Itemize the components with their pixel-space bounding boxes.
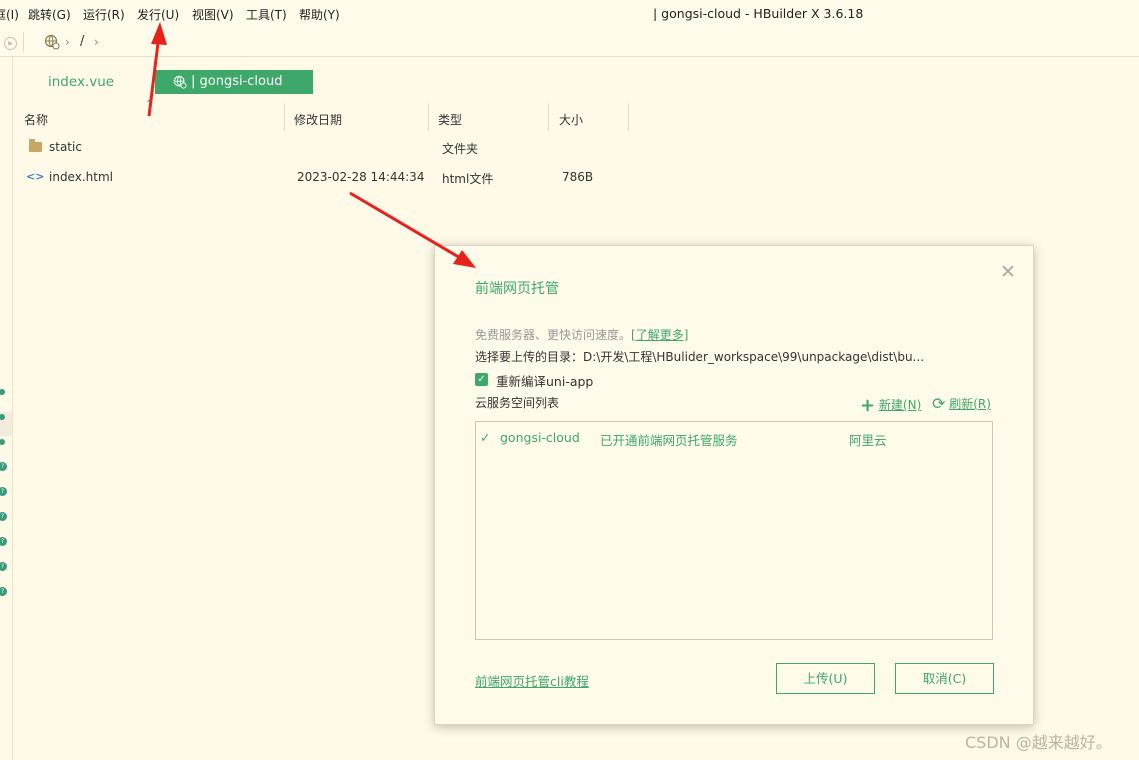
html-file-icon: <> bbox=[26, 170, 45, 183]
menu-item-help[interactable]: 帮助(Y) bbox=[299, 6, 340, 23]
recompile-checkbox[interactable]: ✓ bbox=[475, 373, 488, 386]
help-dot-icon: ? bbox=[0, 512, 7, 521]
watermark: CSDN @越来越好。 bbox=[965, 733, 1112, 752]
status-dot-icon bbox=[0, 439, 5, 445]
address-path[interactable]: / bbox=[80, 34, 84, 49]
menu-item-view[interactable]: 视图(V) bbox=[192, 6, 234, 23]
help-dot-icon: ? bbox=[0, 587, 7, 596]
cli-tutorial-link[interactable]: 前端网页托管cli教程 bbox=[475, 671, 589, 690]
file-name: index.html bbox=[49, 170, 113, 184]
column-header-date[interactable]: 修改日期 bbox=[294, 111, 342, 128]
free-server-text: 免费服务器、更快访问速度。 bbox=[475, 328, 632, 342]
list-item[interactable]: ✓ gongsi-cloud 已开通前端网页托管服务 阿里云 bbox=[476, 428, 992, 448]
space-list[interactable]: ✓ gongsi-cloud 已开通前端网页托管服务 阿里云 bbox=[475, 421, 993, 640]
cancel-button[interactable]: 取消(C) bbox=[895, 663, 994, 694]
space-provider: 阿里云 bbox=[849, 433, 887, 448]
column-divider[interactable] bbox=[284, 103, 285, 131]
column-divider[interactable] bbox=[428, 103, 429, 131]
folder-icon bbox=[29, 139, 42, 152]
menu-item-goto[interactable]: 跳转(G) bbox=[28, 6, 71, 23]
file-type: 文件夹 bbox=[442, 142, 479, 156]
file-size: 786B bbox=[562, 170, 594, 184]
menu-item-publish[interactable]: 发行(U) bbox=[137, 6, 179, 23]
help-dot-icon: ? bbox=[0, 487, 7, 496]
column-header-type[interactable]: 类型 bbox=[438, 111, 462, 128]
chevron-right-icon: › bbox=[65, 35, 70, 49]
check-icon: ✓ bbox=[480, 430, 491, 445]
refresh-button[interactable]: ⟳ 刷新(R) bbox=[932, 393, 991, 413]
refresh-label: 刷新(R) bbox=[949, 397, 991, 411]
file-type: html文件 bbox=[442, 172, 494, 186]
column-divider[interactable] bbox=[628, 103, 629, 131]
help-dot-icon: ? bbox=[0, 562, 7, 571]
close-icon[interactable]: ✕ bbox=[1000, 261, 1016, 283]
column-header-name[interactable]: 名称 bbox=[24, 111, 48, 128]
space-name: gongsi-cloud bbox=[500, 430, 580, 445]
file-name: static bbox=[49, 140, 82, 154]
help-dot-icon: ? bbox=[0, 537, 7, 546]
upload-directory[interactable]: 选择要上传的目录：D:\开发\工程\HBulider_workspace\99\… bbox=[475, 348, 925, 365]
space-list-title: 云服务空间列表 bbox=[475, 396, 560, 410]
tab-label: | gongsi-cloud bbox=[191, 74, 283, 89]
address-bar: ▶ › / › bbox=[0, 28, 1139, 57]
menu-item-partial[interactable]: 框(I) bbox=[0, 6, 19, 23]
sort-ascending-icon: ^ bbox=[146, 99, 154, 109]
new-space-button[interactable]: + 新建(N) bbox=[860, 393, 922, 416]
new-label: 新建(N) bbox=[878, 398, 922, 412]
dialog-description: 免费服务器、更快访问速度。[了解更多] bbox=[475, 326, 688, 343]
web-hosting-icon[interactable] bbox=[44, 34, 60, 50]
run-icon[interactable]: ▶ bbox=[4, 37, 17, 50]
menu-item-tools[interactable]: 工具(T) bbox=[246, 6, 287, 23]
recompile-label[interactable]: 重新编译uni-app bbox=[496, 371, 593, 390]
column-divider[interactable] bbox=[548, 103, 549, 131]
refresh-icon: ⟳ bbox=[932, 394, 946, 413]
left-gutter: ? ? ? ? ? ? bbox=[0, 57, 13, 760]
dialog-title: 前端网页托管 bbox=[475, 281, 559, 297]
plus-icon: + bbox=[860, 395, 876, 416]
upload-button[interactable]: 上传(U) bbox=[776, 663, 875, 694]
window-title: | gongsi-cloud - HBuilder X 3.6.18 bbox=[653, 6, 864, 21]
menu-bar: 框(I) 跳转(G) 运行(R) 发行(U) 视图(V) 工具(T) 帮助(Y)… bbox=[0, 0, 1139, 28]
tab-gongsi-cloud[interactable]: | gongsi-cloud bbox=[155, 70, 313, 94]
column-header-size[interactable]: 大小 bbox=[559, 111, 583, 128]
space-status: 已开通前端网页托管服务 bbox=[600, 433, 738, 448]
tab-index-vue[interactable]: index.vue bbox=[48, 74, 114, 90]
web-hosting-icon bbox=[173, 75, 187, 89]
learn-more-link[interactable]: [了解更多] bbox=[631, 328, 688, 342]
address-divider bbox=[23, 32, 24, 52]
menu-item-run[interactable]: 运行(R) bbox=[83, 6, 125, 23]
file-date: 2023-02-28 14:44:34 bbox=[297, 170, 425, 184]
status-dot-icon bbox=[0, 389, 5, 395]
chevron-right-icon[interactable]: › bbox=[94, 35, 99, 49]
web-hosting-dialog: ✕ 前端网页托管 免费服务器、更快访问速度。[了解更多] 选择要上传的目录：D:… bbox=[434, 245, 1034, 725]
help-dot-icon: ? bbox=[0, 462, 7, 471]
